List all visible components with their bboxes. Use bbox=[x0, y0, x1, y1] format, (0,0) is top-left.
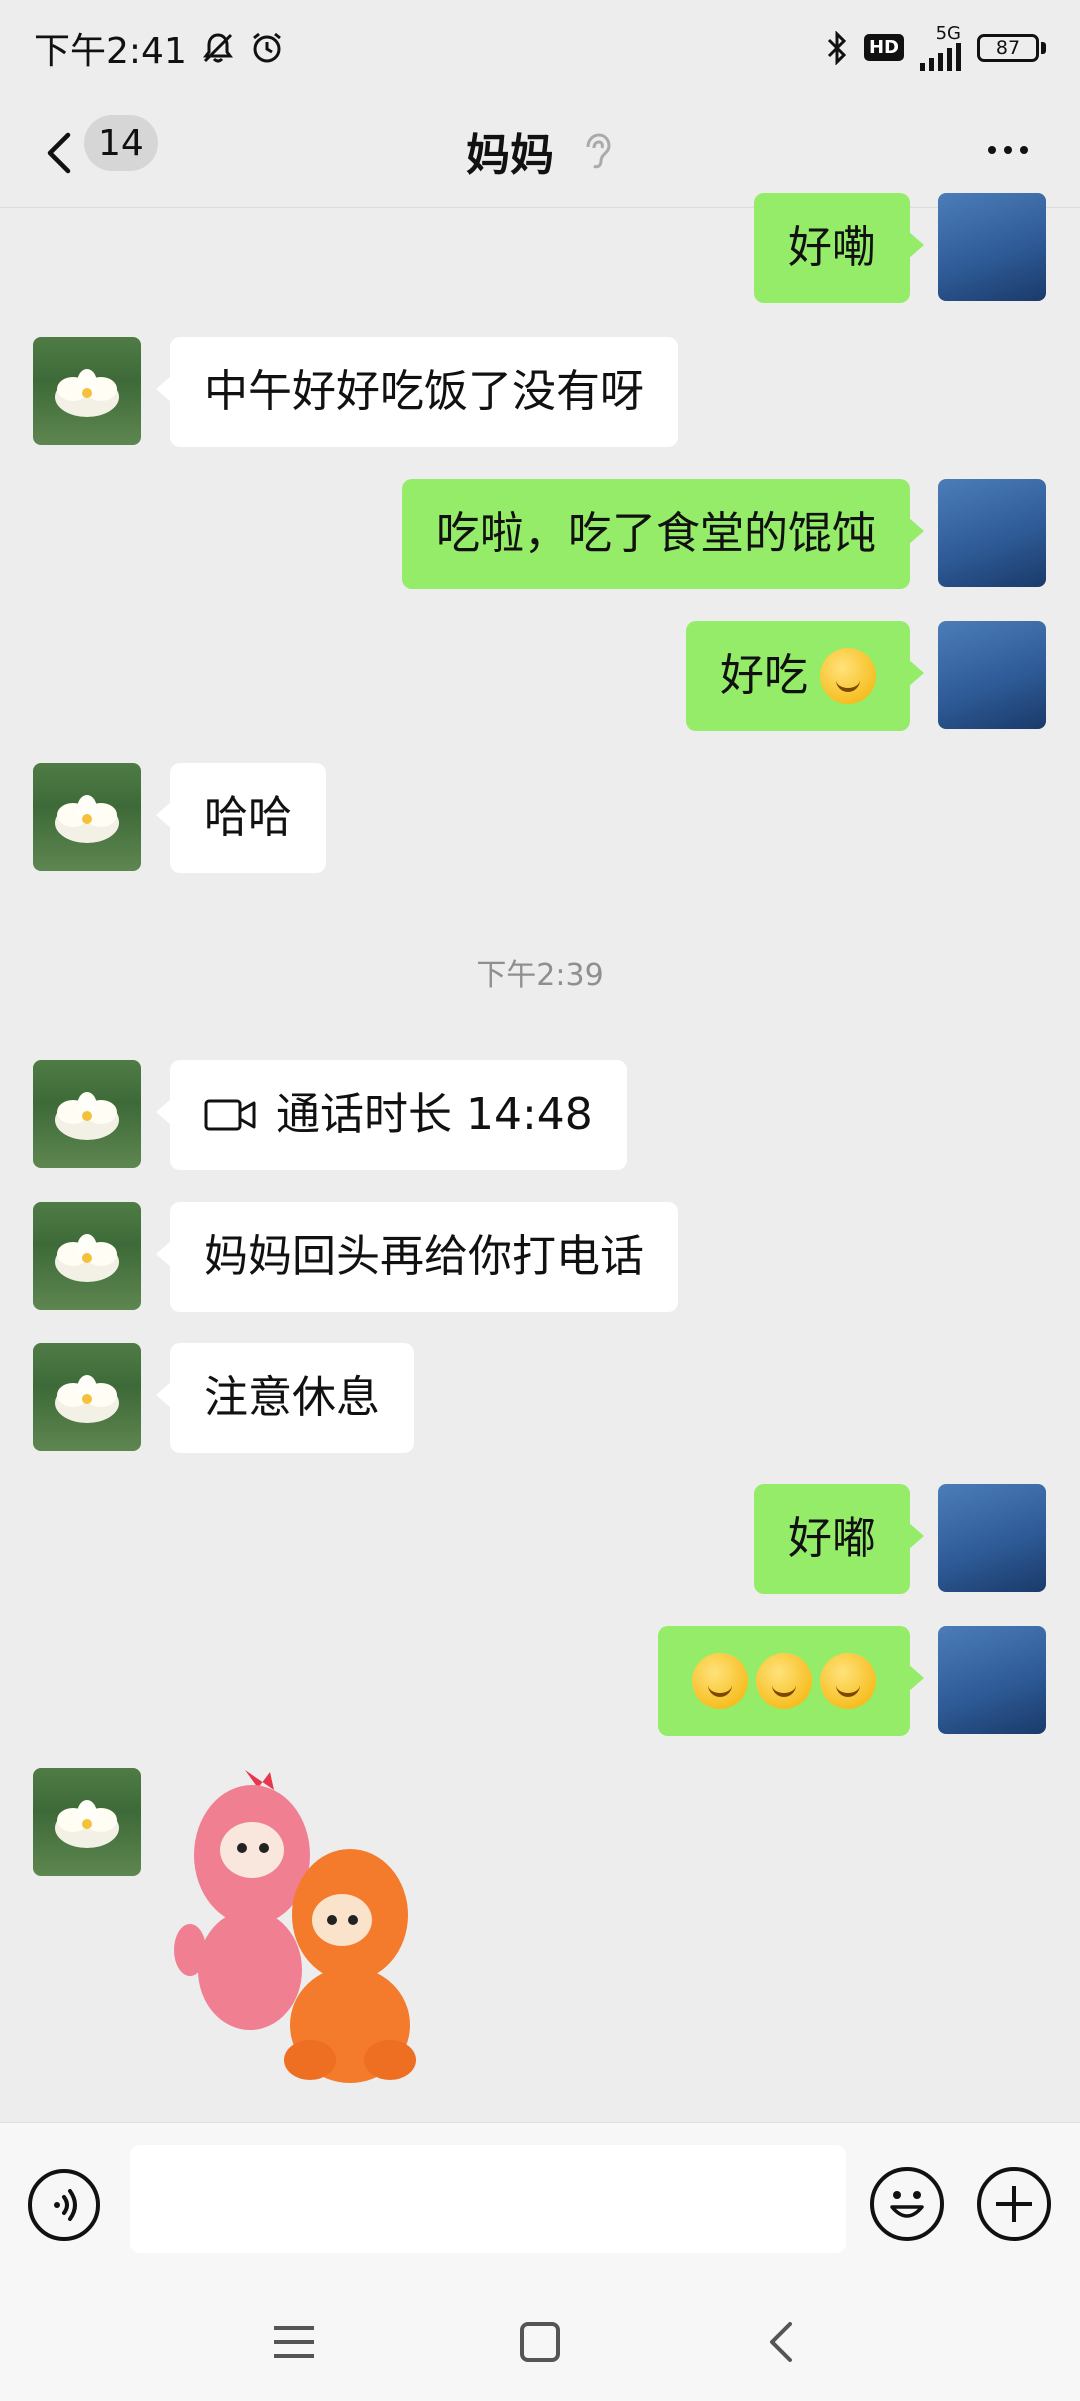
sent-bubble[interactable] bbox=[658, 1626, 924, 1736]
message-text: 好嘞 bbox=[788, 222, 876, 273]
my-avatar[interactable] bbox=[938, 621, 1046, 729]
message-text: 通话时长 14:48 bbox=[276, 1089, 593, 1140]
mom-avatar[interactable] bbox=[33, 337, 141, 445]
message-text: 中午好好吃饭了没有呀 bbox=[204, 366, 644, 417]
call-record-bubble[interactable]: 通话时长 14:48 bbox=[156, 1060, 627, 1170]
my-avatar[interactable] bbox=[938, 1484, 1046, 1592]
chat-timestamp: 下午2:39 bbox=[476, 958, 604, 993]
kissing-emoji bbox=[692, 1653, 748, 1709]
plus-icon[interactable] bbox=[977, 2167, 1051, 2241]
mom-avatar[interactable] bbox=[33, 1343, 141, 1451]
message-text: 好嘟 bbox=[788, 1513, 876, 1564]
status-time: 下午2:41 bbox=[34, 30, 187, 72]
message-text: 吃啦，吃了食堂的馄饨 bbox=[436, 508, 876, 559]
back-icon[interactable] bbox=[752, 2312, 812, 2372]
sent-bubble[interactable]: 好吃 bbox=[686, 621, 924, 731]
mom-avatar[interactable] bbox=[33, 1768, 141, 1876]
received-bubble[interactable]: 哈哈 bbox=[156, 763, 326, 873]
message-text: 妈妈回头再给你打电话 bbox=[204, 1231, 644, 1282]
battery-icon: 87 bbox=[977, 33, 1046, 62]
my-avatar[interactable] bbox=[938, 479, 1046, 587]
message-text: 哈哈 bbox=[204, 792, 292, 843]
voice-icon[interactable] bbox=[28, 2169, 100, 2241]
network-type: 5G bbox=[935, 22, 961, 44]
kissing-emoji bbox=[756, 1653, 812, 1709]
my-avatar[interactable] bbox=[938, 193, 1046, 301]
sent-bubble[interactable]: 吃啦，吃了食堂的馄饨 bbox=[402, 479, 924, 589]
message-input[interactable] bbox=[130, 2145, 846, 2253]
mute-icon bbox=[202, 32, 233, 62]
bluetooth-icon bbox=[827, 30, 847, 65]
received-bubble[interactable]: 中午好好吃饭了没有呀 bbox=[156, 337, 678, 447]
chat-title[interactable]: 妈妈 bbox=[466, 119, 554, 183]
yum-emoji bbox=[820, 648, 876, 704]
received-bubble[interactable]: 妈妈回头再给你打电话 bbox=[156, 1202, 678, 1312]
my-avatar[interactable] bbox=[938, 1626, 1046, 1734]
battery-level: 87 bbox=[995, 36, 1021, 59]
received-bubble[interactable]: 注意休息 bbox=[156, 1343, 414, 1453]
emoji-icon[interactable] bbox=[870, 2167, 944, 2241]
ear-icon bbox=[586, 133, 611, 169]
alarm-icon bbox=[252, 32, 281, 62]
signal-icon: 5G bbox=[920, 22, 961, 71]
monkeys-hug-sticker[interactable] bbox=[170, 1760, 490, 2100]
chat-title-wrap: 妈妈 bbox=[0, 95, 1080, 207]
kissing-emoji bbox=[820, 1653, 876, 1709]
mom-avatar[interactable] bbox=[33, 763, 141, 871]
input-bar bbox=[0, 2122, 1080, 2283]
hd-icon: HD bbox=[863, 34, 904, 61]
sent-bubble[interactable]: 好嘟 bbox=[754, 1484, 924, 1594]
home-icon[interactable] bbox=[510, 2312, 570, 2372]
message-text: 注意休息 bbox=[204, 1372, 380, 1423]
message-row: 好嘞 bbox=[0, 193, 1080, 303]
video-call-icon bbox=[204, 1099, 256, 1131]
chat-header: 妈妈 14 bbox=[0, 95, 1080, 208]
sent-bubble[interactable]: 好嘞 bbox=[754, 193, 924, 303]
more-icon[interactable] bbox=[988, 135, 1048, 165]
system-nav-bar bbox=[0, 2282, 1080, 2401]
mom-avatar[interactable] bbox=[33, 1060, 141, 1168]
mom-avatar[interactable] bbox=[33, 1202, 141, 1310]
unread-count-badge[interactable]: 14 bbox=[84, 115, 158, 171]
menu-icon[interactable] bbox=[264, 2312, 324, 2372]
status-bar: 下午2:41 HD 5G 87 bbox=[0, 0, 1080, 95]
message-text: 好吃 bbox=[720, 650, 808, 701]
